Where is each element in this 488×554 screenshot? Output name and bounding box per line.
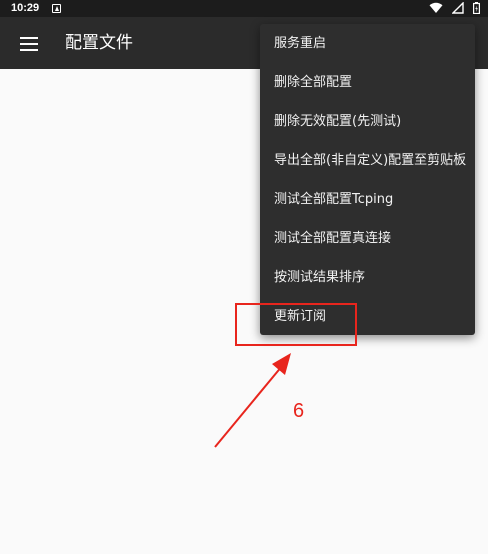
hamburger-menu-icon[interactable] (20, 37, 38, 51)
menu-item-delete-invalid-configs[interactable]: 删除无效配置(先测试) (260, 102, 475, 141)
menu-item-test-tcping[interactable]: 测试全部配置Tcping (260, 180, 475, 219)
notification-icon (52, 4, 61, 13)
step-number-label: 6 (293, 400, 305, 422)
wifi-icon (429, 2, 443, 14)
status-time: 10:29 (11, 2, 40, 14)
menu-item-update-subscription[interactable]: 更新订阅 (260, 297, 475, 336)
overflow-menu: 服务重启 删除全部配置 删除无效配置(先测试) 导出全部(非自定义)配置至剪贴板… (260, 24, 475, 335)
status-bar: 10:29 (0, 0, 488, 17)
menu-item-test-real-connection[interactable]: 测试全部配置真连接 (260, 219, 475, 258)
menu-item-sort-by-test-result[interactable]: 按测试结果排序 (260, 258, 475, 297)
battery-icon (473, 2, 480, 14)
page-title: 配置文件 (65, 33, 133, 53)
status-icons (425, 2, 480, 15)
menu-item-restart-service[interactable]: 服务重启 (260, 24, 475, 63)
signal-icon (451, 2, 464, 14)
menu-item-delete-all-configs[interactable]: 删除全部配置 (260, 63, 475, 102)
menu-item-export-configs-clipboard[interactable]: 导出全部(非自定义)配置至剪贴板 (260, 141, 475, 180)
